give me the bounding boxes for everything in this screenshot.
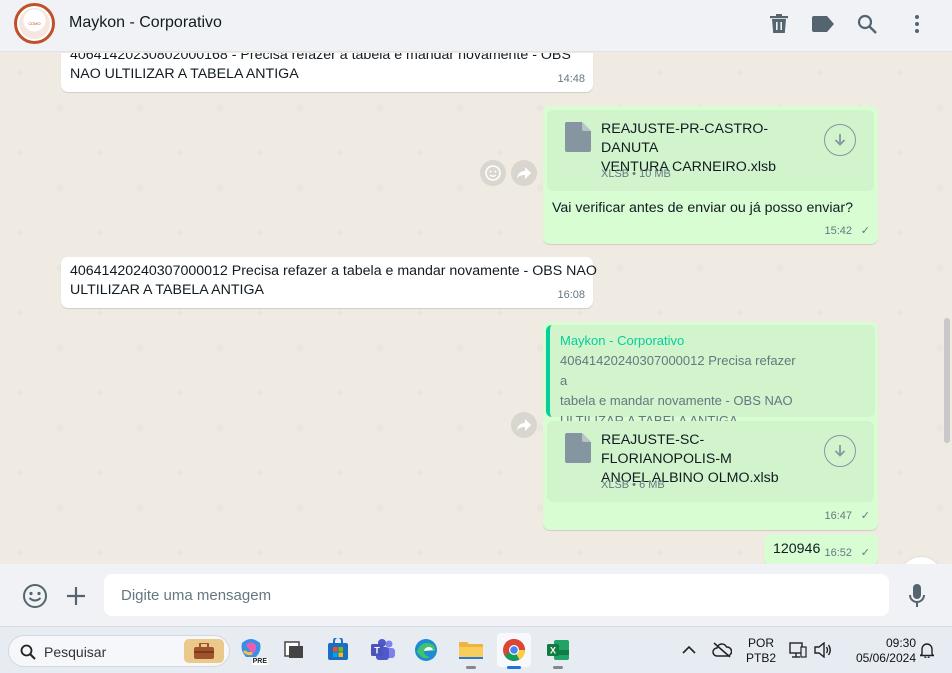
- teams-icon[interactable]: T: [366, 633, 400, 667]
- file-attachment[interactable]: REAJUSTE-SC-FLORIANOPOLIS-M ANOEL ALBINO…: [547, 421, 874, 502]
- message-text-line1: 40641420230802000168 - Precisa refazer a…: [70, 53, 571, 63]
- file-name-line1: REAJUSTE-PR-CASTRO-DANUTA: [601, 121, 769, 156]
- message-time: 16:08: [557, 289, 585, 301]
- download-icon[interactable]: [824, 435, 856, 467]
- forward-icon[interactable]: [511, 160, 537, 186]
- file-meta: XLSB • 6 MB: [601, 479, 665, 491]
- scroll-to-bottom-button[interactable]: [900, 557, 942, 564]
- chat-header: CDMO Maykon - Corporativo: [0, 0, 952, 52]
- sent-tick-icon: ✓: [860, 510, 870, 522]
- forward-icon[interactable]: [511, 412, 537, 438]
- chat-scrollbar[interactable]: [944, 318, 950, 443]
- network-icon[interactable]: [785, 633, 811, 667]
- sent-tick-icon: ✓: [860, 225, 870, 237]
- search-icon: [20, 644, 36, 660]
- windows-taskbar: Pesquisar PRE T X POR PTB2 09:30 05/06/2…: [0, 626, 952, 673]
- message-list[interactable]: 40641420230802000168 - Precisa refazer a…: [0, 53, 952, 564]
- emoji-icon[interactable]: [21, 582, 49, 610]
- message-input[interactable]: [104, 574, 889, 616]
- message-text-line1: 40641420240307000012 Precisa refazer a t…: [70, 263, 597, 279]
- input-language-indicator[interactable]: POR PTB2: [744, 636, 778, 666]
- quote-text: 40641420240307000012 Precisa refazer a t…: [560, 351, 805, 431]
- quoted-message[interactable]: Maykon - Corporativo 4064142024030700001…: [546, 325, 875, 428]
- clock-time: 09:30: [885, 636, 916, 650]
- message-time: 16:47: [824, 510, 852, 522]
- preview-badge: PRE: [251, 658, 268, 665]
- running-indicator: [553, 666, 563, 669]
- document-icon: [565, 433, 591, 463]
- incoming-message[interactable]: 40641420230802000168 - Precisa refazer a…: [61, 53, 593, 92]
- message-composer: [0, 564, 952, 626]
- show-hidden-icons-chevron-icon[interactable]: [674, 633, 704, 667]
- incoming-message[interactable]: 40641420240307000012 Precisa refazer a t…: [61, 257, 597, 308]
- outgoing-reply-message[interactable]: Maykon - Corporativo 4064142024030700001…: [543, 322, 878, 530]
- search-icon[interactable]: [855, 12, 879, 36]
- contact-name[interactable]: Maykon - Corporativo: [69, 14, 222, 32]
- keyboard-layout: PTB2: [745, 651, 776, 665]
- message-text: 120946: [773, 541, 821, 557]
- download-icon[interactable]: [824, 124, 856, 156]
- quote-author: Maykon - Corporativo: [560, 333, 685, 348]
- message-text-line2: NAO ULTILIZAR A TABELA ANTIGA: [70, 66, 299, 82]
- notification-bell-icon[interactable]: [914, 633, 940, 667]
- react-emoji-icon[interactable]: [480, 160, 506, 186]
- svg-text:T: T: [374, 646, 380, 656]
- mic-icon[interactable]: [903, 582, 931, 610]
- volume-icon[interactable]: [810, 633, 836, 667]
- task-view-icon[interactable]: [277, 633, 311, 667]
- clock-date: 05/06/2024: [855, 651, 916, 665]
- label-icon[interactable]: [811, 12, 835, 36]
- taskbar-clock[interactable]: 09:30 05/06/2024: [842, 636, 916, 666]
- message-time: 16:52: [824, 547, 852, 559]
- trash-icon[interactable]: [767, 12, 791, 36]
- file-attachment[interactable]: REAJUSTE-PR-CASTRO-DANUTA VENTURA CARNEI…: [547, 110, 874, 191]
- edge-browser-icon[interactable]: [409, 633, 443, 667]
- file-explorer-icon[interactable]: [454, 633, 488, 669]
- message-text-line2: ULTILIZAR A TABELA ANTIGA: [70, 282, 264, 298]
- outgoing-file-message[interactable]: REAJUSTE-PR-CASTRO-DANUTA VENTURA CARNEI…: [543, 106, 878, 244]
- quote-line1: 40641420240307000012 Precisa refazer a: [560, 353, 796, 388]
- file-name-line1: REAJUSTE-SC-FLORIANOPOLIS-M: [601, 432, 732, 467]
- microsoft-store-icon[interactable]: [321, 633, 355, 667]
- message-time: 15:42: [824, 225, 852, 237]
- message-time: 14:48: [557, 73, 585, 85]
- copilot-app-icon[interactable]: PRE: [234, 633, 268, 667]
- message-caption: Vai verificar antes de enviar ou já poss…: [552, 200, 853, 216]
- contact-avatar[interactable]: CDMO: [14, 3, 55, 44]
- document-icon: [565, 122, 591, 152]
- running-indicator: [466, 666, 476, 669]
- avatar-logo-text: CDMO: [28, 21, 41, 26]
- excel-icon[interactable]: X: [541, 633, 575, 669]
- avatar-logo: CDMO: [19, 8, 50, 39]
- taskbar-search-placeholder: Pesquisar: [44, 644, 107, 660]
- taskbar-search[interactable]: Pesquisar: [8, 635, 230, 667]
- sent-tick-icon: ✓: [860, 547, 870, 559]
- outgoing-message[interactable]: 120946 16:52 ✓: [764, 534, 878, 564]
- svg-text:X: X: [550, 646, 556, 656]
- kebab-menu-icon[interactable]: [905, 12, 929, 36]
- quote-line2: tabela e mandar novamente - OBS NAO: [560, 393, 793, 408]
- active-indicator: [507, 666, 521, 669]
- briefcase-icon: [184, 639, 224, 663]
- chrome-browser-icon[interactable]: [497, 633, 531, 669]
- cloud-sync-off-icon[interactable]: [707, 633, 737, 667]
- language-code: POR: [747, 636, 774, 650]
- file-meta: XLSB • 10 MB: [601, 168, 671, 180]
- plus-icon[interactable]: [62, 582, 90, 610]
